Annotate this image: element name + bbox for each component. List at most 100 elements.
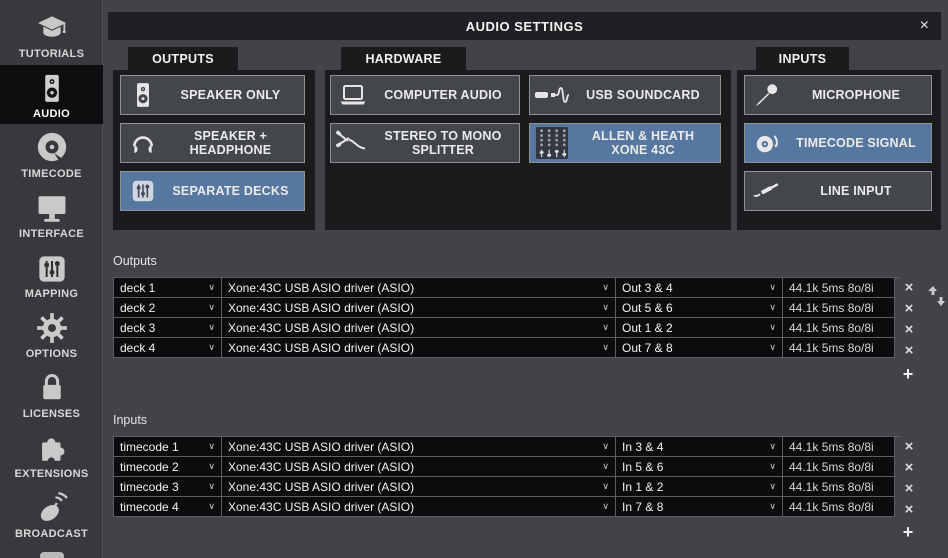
hardware-panel: COMPUTER AUDIO USB SOUNDCARD STEREO TO M… <box>325 70 731 230</box>
button-label: LINE INPUT <box>789 184 931 198</box>
mixer-faders-icon <box>121 178 165 204</box>
port-select[interactable]: In 1 & 2∨ <box>616 477 783 497</box>
puzzle-piece-icon <box>35 431 69 465</box>
channel-select[interactable]: timecode 1∨ <box>114 437 222 457</box>
satellite-dish-icon <box>35 491 69 525</box>
sidebar-item-tutorials[interactable]: TUTORIALS <box>0 5 103 64</box>
channel-select[interactable]: deck 1∨ <box>114 278 222 298</box>
chevron-down-icon: ∨ <box>598 481 609 492</box>
sidebar-item-label: TIMECODE <box>21 168 81 180</box>
remove-row-icon[interactable]: × <box>900 436 918 457</box>
computer-audio-button[interactable]: COMPUTER AUDIO <box>330 75 520 115</box>
sidebar-item-extensions[interactable]: EXTENSIONS <box>0 425 103 484</box>
laptop-icon <box>331 83 375 107</box>
channel-select[interactable]: timecode 2∨ <box>114 457 222 477</box>
close-icon[interactable]: × <box>920 12 929 40</box>
mixer-photo-icon <box>530 126 574 160</box>
sidebar-item-label: INTERFACE <box>19 228 84 240</box>
chevron-down-icon: ∨ <box>765 441 776 452</box>
channel-select[interactable]: deck 3∨ <box>114 318 222 338</box>
driver-select[interactable]: Xone:43C USB ASIO driver (ASIO)∨ <box>222 298 616 318</box>
driver-select[interactable]: Xone:43C USB ASIO driver (ASIO)∨ <box>222 278 616 298</box>
allen-heath-xone-43c-button[interactable]: ALLEN & HEATH XONE 43C <box>529 123 721 163</box>
swap-arrows-icon[interactable] <box>925 282 948 310</box>
port-select[interactable]: Out 3 & 4∨ <box>616 278 783 298</box>
sidebar-item-timecode[interactable]: TIMECODE <box>0 125 103 184</box>
graduation-cap-icon <box>35 13 69 45</box>
separate-decks-button[interactable]: SEPARATE DECKS <box>120 171 305 211</box>
speaker-headphone-button[interactable]: SPEAKER + HEADPHONE <box>120 123 305 163</box>
sidebar-item-options[interactable]: OPTIONS <box>0 305 103 364</box>
port-select[interactable]: In 3 & 4∨ <box>616 437 783 457</box>
timecode-signal-button[interactable]: TIMECODE SIGNAL <box>744 123 932 163</box>
add-output-row-button[interactable]: + <box>898 364 918 384</box>
usb-soundcard-button[interactable]: USB SOUNDCARD <box>529 75 721 115</box>
headphones-icon <box>121 130 165 156</box>
jack-plug-icon <box>745 178 789 204</box>
remove-row-icon[interactable]: × <box>900 319 918 340</box>
driver-select[interactable]: Xone:43C USB ASIO driver (ASIO)∨ <box>222 437 616 457</box>
port-select[interactable]: In 7 & 8∨ <box>616 497 783 517</box>
partial-next-icon <box>40 552 64 558</box>
port-select[interactable]: Out 1 & 2∨ <box>616 318 783 338</box>
remove-row-icon[interactable]: × <box>900 277 918 298</box>
sidebar-item-interface[interactable]: INTERFACE <box>0 185 103 244</box>
tab-hardware: HARDWARE <box>341 47 466 70</box>
speaker-icon <box>121 80 165 110</box>
driver-select[interactable]: Xone:43C USB ASIO driver (ASIO)∨ <box>222 338 616 358</box>
chevron-down-icon: ∨ <box>598 441 609 452</box>
port-select[interactable]: Out 7 & 8∨ <box>616 338 783 358</box>
sidebar-item-mapping[interactable]: MAPPING <box>0 245 103 304</box>
format-value: 44.1k 5ms 8o/8i <box>783 338 895 358</box>
sidebar-item-licenses[interactable]: LICENSES <box>0 365 103 424</box>
sidebar-item-label: OPTIONS <box>26 348 78 360</box>
remove-row-icon[interactable]: × <box>900 478 918 499</box>
turntable-icon <box>745 130 789 156</box>
chevron-down-icon: ∨ <box>204 461 215 472</box>
driver-select[interactable]: Xone:43C USB ASIO driver (ASIO)∨ <box>222 318 616 338</box>
driver-select[interactable]: Xone:43C USB ASIO driver (ASIO)∨ <box>222 477 616 497</box>
usb-cable-icon <box>530 84 574 106</box>
microphone-button[interactable]: MICROPHONE <box>744 75 932 115</box>
chevron-down-icon: ∨ <box>765 302 776 313</box>
remove-row-icon[interactable]: × <box>900 340 918 361</box>
sidebar-item-label: EXTENSIONS <box>15 468 89 480</box>
channel-select[interactable]: timecode 4∨ <box>114 497 222 517</box>
vinyl-disc-icon <box>35 129 69 165</box>
button-label: COMPUTER AUDIO <box>375 88 519 102</box>
stereo-mono-splitter-button[interactable]: STEREO TO MONO SPLITTER <box>330 123 520 163</box>
table-row: timecode 2∨ Xone:43C USB ASIO driver (AS… <box>114 457 900 477</box>
sidebar: TUTORIALS AUDIO TIMECODE INTERFACE MAPPI <box>0 0 103 558</box>
driver-select[interactable]: Xone:43C USB ASIO driver (ASIO)∨ <box>222 457 616 477</box>
tab-outputs: OUTPUTS <box>128 47 238 70</box>
button-label: SEPARATE DECKS <box>165 184 304 198</box>
splitter-cable-icon <box>331 129 375 157</box>
audio-settings-panel: AUDIO SETTINGS × OUTPUTS HARDWARE INPUTS… <box>103 0 948 558</box>
inputs-panel: MICROPHONE TIMECODE SIGNAL LINE INPUT <box>737 70 941 230</box>
table-row: timecode 3∨ Xone:43C USB ASIO driver (AS… <box>114 477 900 497</box>
chevron-down-icon: ∨ <box>204 342 215 353</box>
channel-select[interactable]: timecode 3∨ <box>114 477 222 497</box>
sidebar-item-broadcast[interactable]: BROADCAST <box>0 485 103 544</box>
format-value: 44.1k 5ms 8o/8i <box>783 497 895 517</box>
remove-row-icon[interactable]: × <box>900 298 918 319</box>
line-input-button[interactable]: LINE INPUT <box>744 171 932 211</box>
port-select[interactable]: In 5 & 6∨ <box>616 457 783 477</box>
add-input-row-button[interactable]: + <box>898 522 918 542</box>
channel-select[interactable]: deck 2∨ <box>114 298 222 318</box>
sidebar-item-audio[interactable]: AUDIO <box>0 65 103 124</box>
format-value: 44.1k 5ms 8o/8i <box>783 477 895 497</box>
port-select[interactable]: Out 5 & 6∨ <box>616 298 783 318</box>
button-label: TIMECODE SIGNAL <box>789 136 931 150</box>
channel-select[interactable]: deck 4∨ <box>114 338 222 358</box>
format-value: 44.1k 5ms 8o/8i <box>783 278 895 298</box>
driver-select[interactable]: Xone:43C USB ASIO driver (ASIO)∨ <box>222 497 616 517</box>
remove-row-icon[interactable]: × <box>900 499 918 520</box>
chevron-down-icon: ∨ <box>204 282 215 293</box>
remove-row-icon[interactable]: × <box>900 457 918 478</box>
speaker-only-button[interactable]: SPEAKER ONLY <box>120 75 305 115</box>
chevron-down-icon: ∨ <box>765 342 776 353</box>
chevron-down-icon: ∨ <box>598 342 609 353</box>
button-label: USB SOUNDCARD <box>574 88 720 102</box>
button-label: STEREO TO MONO SPLITTER <box>375 129 519 158</box>
